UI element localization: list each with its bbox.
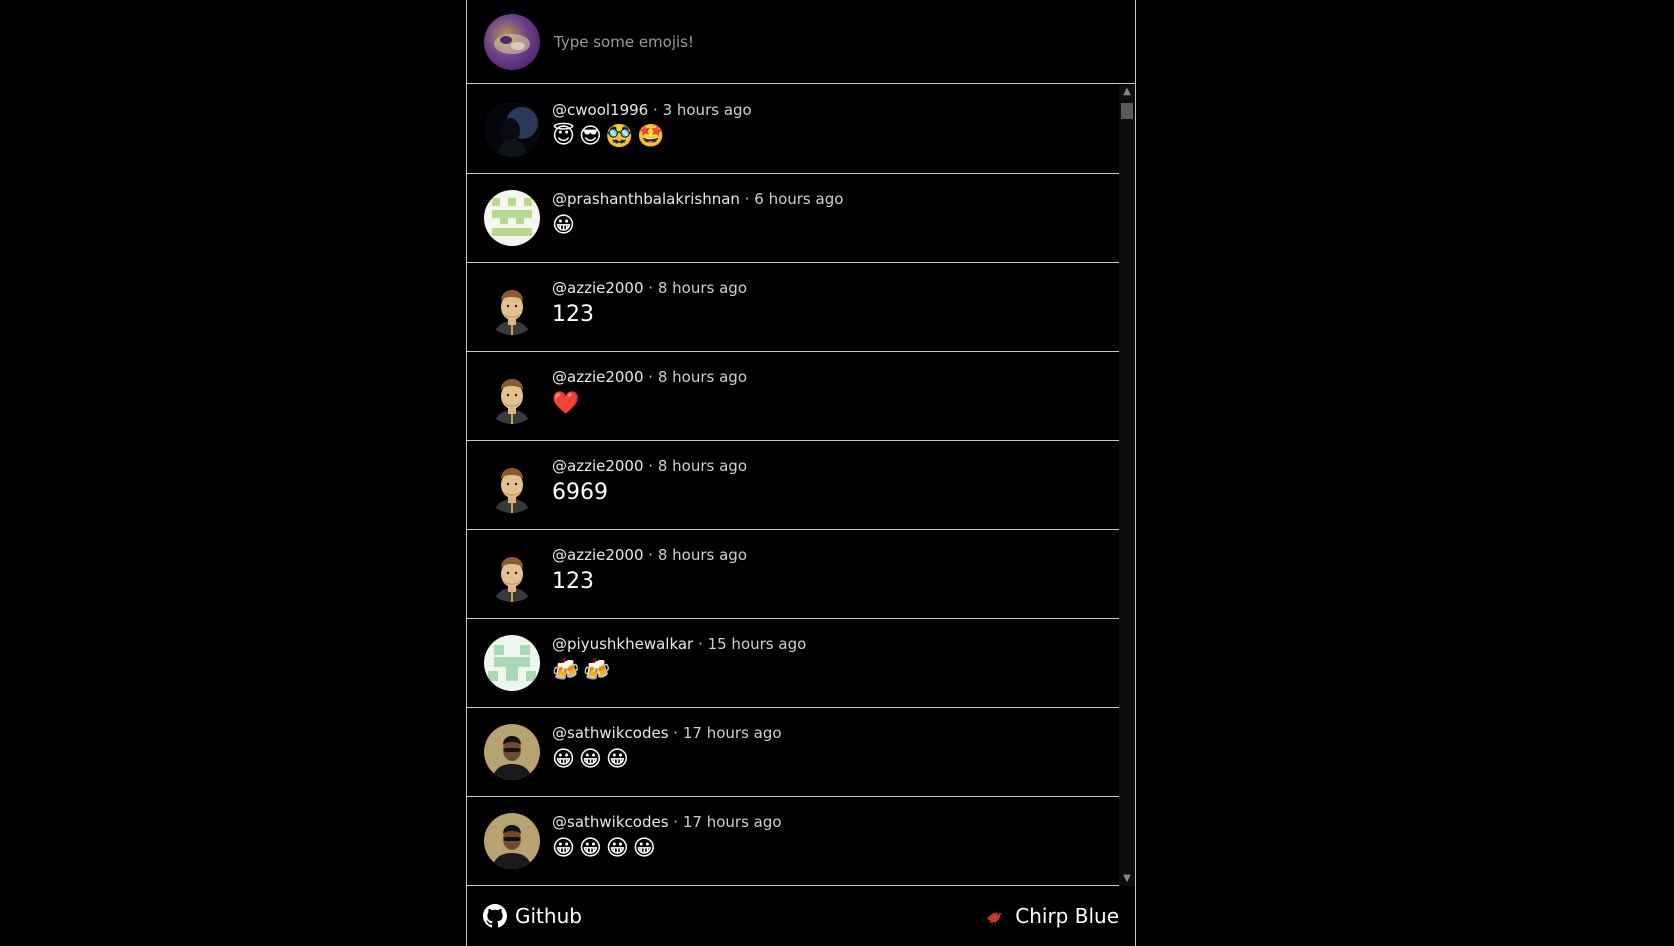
github-label: Github [515,904,582,928]
post-item: @azzie2000 · 8 hours ago ❤️ [467,352,1119,441]
post-content: 6969 [552,480,608,505]
post-content: 😀😀😀😀 [552,836,660,861]
meta-separator: · [648,368,654,386]
avatar[interactable] [484,724,540,780]
user-avatar-icon [484,13,540,70]
meta-separator: · [648,279,654,297]
post-meta: @piyushkhewalkar · 15 hours ago [552,634,806,654]
post-list: @cwool1996 · 3 hours ago 😇😎🥸🤩 @prashanthba… [467,85,1119,886]
post-timestamp: 8 hours ago [657,546,748,564]
post-item: @azzie2000 · 8 hours ago 6969 [467,441,1119,530]
post-body: @prashanthbalakrishnan · 6 hours ago 😀 [552,189,843,241]
bird-icon [987,912,1003,926]
post-content: 😇😎🥸🤩 [552,124,669,149]
post-username[interactable]: @sathwikcodes [552,724,669,742]
scrollbar[interactable]: ▲ ▼ [1119,85,1135,886]
github-link[interactable]: Github [483,904,582,928]
post-timestamp: 8 hours ago [657,457,748,475]
scroll-down-arrow-icon[interactable]: ▼ [1119,872,1135,886]
avatar[interactable] [484,101,540,157]
chirp-blue-link[interactable]: Chirp Blue [983,904,1119,928]
feed: @cwool1996 · 3 hours ago 😇😎🥸🤩 @prashanthba… [467,85,1135,886]
post-content: 123 [552,302,594,327]
post-username[interactable]: @azzie2000 [552,279,644,297]
post-content: 123 [552,569,594,594]
post-content: ❤️ [552,391,584,416]
meta-separator: · [698,635,703,653]
post-timestamp: 8 hours ago [657,279,748,297]
avatar[interactable] [484,813,540,869]
avatar[interactable] [484,546,540,602]
post-item: @piyushkhewalkar · 15 hours ago 🍻🍻 [467,619,1119,708]
scroll-up-arrow-icon[interactable]: ▲ [1119,85,1135,99]
meta-separator: · [673,724,679,742]
footer: Github Chirp Blue [467,886,1135,946]
post-item: @sathwikcodes · 17 hours ago 😀😀😀 [467,708,1119,797]
post-item: @azzie2000 · 8 hours ago 123 [467,263,1119,352]
post-body: @azzie2000 · 8 hours ago 6969 [552,456,747,508]
github-icon [483,904,507,928]
post-username[interactable]: @prashanthbalakrishnan [552,190,740,208]
post-item: @cwool1996 · 3 hours ago 😇😎🥸🤩 [467,85,1119,174]
meta-separator: · [648,457,654,475]
post-timestamp: 17 hours ago [682,724,782,742]
post-meta: @azzie2000 · 8 hours ago [552,545,747,565]
post-meta: @azzie2000 · 8 hours ago [552,367,747,387]
post-item: @azzie2000 · 8 hours ago 123 [467,530,1119,619]
meta-separator: · [744,190,750,208]
post-timestamp: 8 hours ago [657,368,748,386]
post-username[interactable]: @cwool1996 [552,101,648,119]
meta-separator: · [648,546,654,564]
post-content: 😀😀😀 [552,747,633,772]
post-meta: @sathwikcodes · 17 hours ago [552,723,782,743]
avatar[interactable] [484,279,540,335]
post-content: 🍻🍻 [552,658,615,683]
post-content: 😀 [552,213,579,238]
emoji-input[interactable] [552,31,1096,52]
post-timestamp: 3 hours ago [662,101,752,119]
post-body: @cwool1996 · 3 hours ago 😇😎🥸🤩 [552,100,752,152]
app-container: @cwool1996 · 3 hours ago 😇😎🥸🤩 @prashanthba… [466,0,1136,946]
composer [467,0,1135,84]
post-body: @piyushkhewalkar · 15 hours ago 🍻🍻 [552,634,806,686]
post-meta: @sathwikcodes · 17 hours ago [552,812,782,832]
post-body: @azzie2000 · 8 hours ago 123 [552,278,747,330]
meta-separator: · [673,813,679,831]
post-body: @sathwikcodes · 17 hours ago 😀😀😀 [552,723,782,775]
post-body: @azzie2000 · 8 hours ago ❤️ [552,367,747,419]
meta-separator: · [653,101,658,119]
post-username[interactable]: @piyushkhewalkar [552,635,693,653]
post-meta: @cwool1996 · 3 hours ago [552,100,752,120]
avatar[interactable] [484,368,540,424]
post-item: @prashanthbalakrishnan · 6 hours ago 😀 [467,174,1119,263]
post-username[interactable]: @sathwikcodes [552,813,669,831]
post-meta: @azzie2000 · 8 hours ago [552,278,747,298]
post-username[interactable]: @azzie2000 [552,457,644,475]
avatar[interactable] [484,635,540,691]
scrollbar-thumb[interactable] [1121,103,1133,119]
post-body: @azzie2000 · 8 hours ago 123 [552,545,747,597]
post-meta: @azzie2000 · 8 hours ago [552,456,747,476]
post-username[interactable]: @azzie2000 [552,368,644,386]
post-username[interactable]: @azzie2000 [552,546,644,564]
post-body: @sathwikcodes · 17 hours ago 😀😀😀😀 [552,812,782,864]
post-item: @sathwikcodes · 17 hours ago 😀😀😀😀 [467,797,1119,886]
post-meta: @prashanthbalakrishnan · 6 hours ago [552,189,843,209]
post-timestamp: 15 hours ago [707,635,807,653]
avatar[interactable] [484,457,540,513]
avatar[interactable] [484,190,540,246]
chirp-blue-label: Chirp Blue [1015,904,1119,928]
post-timestamp: 6 hours ago [754,190,844,208]
post-timestamp: 17 hours ago [682,813,782,831]
